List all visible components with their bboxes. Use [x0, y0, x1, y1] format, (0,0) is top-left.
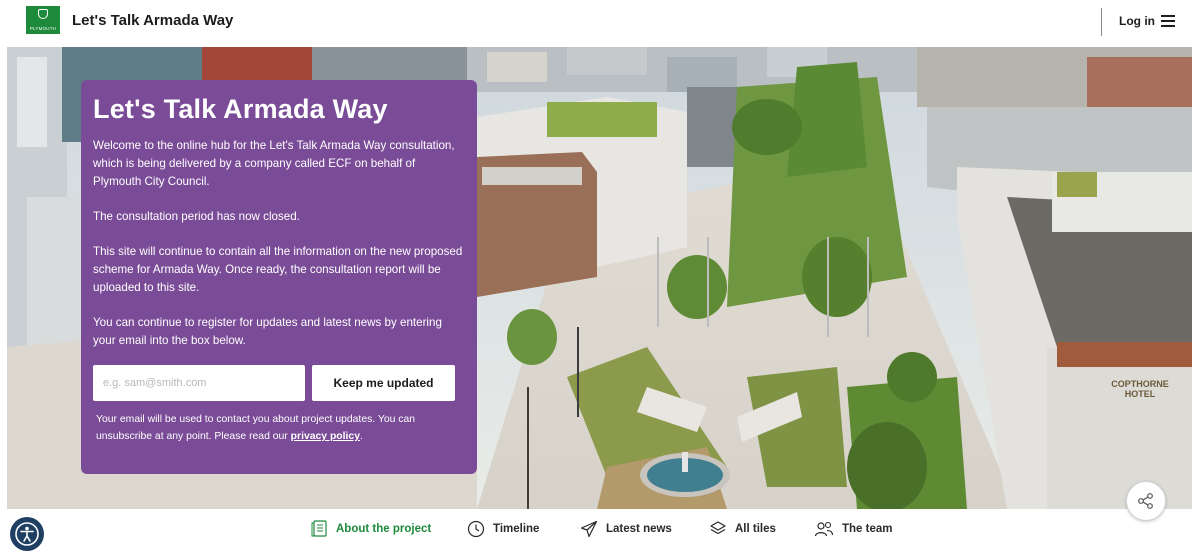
login-label: Log in	[1119, 14, 1155, 28]
hotel-sign-line1: COPTHORNE	[1111, 379, 1169, 389]
intro-paragraph: Welcome to the online hub for the Let's …	[93, 139, 455, 188]
privacy-policy-link[interactable]: privacy policy	[291, 431, 360, 442]
hamburger-menu-icon	[1161, 15, 1175, 27]
subscribe-form: Keep me updated	[93, 365, 465, 401]
nav-the-team[interactable]: The team	[814, 520, 893, 538]
crest-icon	[38, 9, 48, 19]
layers-icon	[710, 521, 726, 535]
panel-title: Let's Talk Armada Way	[93, 94, 388, 124]
nav-label: All tiles	[735, 523, 776, 535]
nav-all-tiles[interactable]: All tiles	[709, 520, 776, 538]
header-divider	[1101, 8, 1102, 36]
document-icon	[311, 520, 327, 537]
privacy-note: Your email will be used to contact you a…	[93, 411, 465, 445]
closed-notice: The consultation period has now closed.	[93, 210, 300, 223]
privacy-note-text: Your email will be used to contact you a…	[96, 414, 416, 442]
clock-icon	[467, 520, 485, 538]
email-input[interactable]	[93, 365, 305, 401]
bottom-navigation: About the project Timeline Latest news A…	[0, 512, 1194, 546]
login-menu-button[interactable]: Log in	[1119, 14, 1175, 28]
share-icon	[1138, 493, 1153, 509]
hotel-sign-line2: HOTEL	[1125, 389, 1156, 399]
privacy-note-end: .	[359, 431, 363, 442]
hero-image: COPTHORNE HOTEL Let's Talk Armada Way We…	[7, 47, 1192, 509]
keep-me-updated-button[interactable]: Keep me updated	[312, 365, 455, 401]
paper-plane-icon	[580, 520, 598, 538]
people-icon	[814, 521, 834, 537]
nav-label: Timeline	[493, 523, 540, 535]
info-paragraph: This site will continue to contain all t…	[93, 245, 463, 294]
nav-label: Latest news	[606, 523, 672, 535]
register-paragraph: You can continue to register for updates…	[93, 316, 442, 347]
logo-text: PLYMOUTH	[29, 25, 57, 31]
nav-label: About the project	[336, 523, 432, 535]
nav-about-the-project[interactable]: About the project	[311, 520, 431, 538]
intro-panel: Let's Talk Armada Way Welcome to the onl…	[81, 80, 477, 474]
nav-label: The team	[842, 523, 893, 535]
site-title[interactable]: Let's Talk Armada Way	[72, 12, 233, 29]
plymouth-logo[interactable]: PLYMOUTH	[26, 6, 60, 34]
nav-latest-news[interactable]: Latest news	[580, 520, 672, 538]
site-header: PLYMOUTH Let's Talk Armada Way Log in	[0, 0, 1194, 44]
nav-timeline[interactable]: Timeline	[467, 520, 539, 538]
